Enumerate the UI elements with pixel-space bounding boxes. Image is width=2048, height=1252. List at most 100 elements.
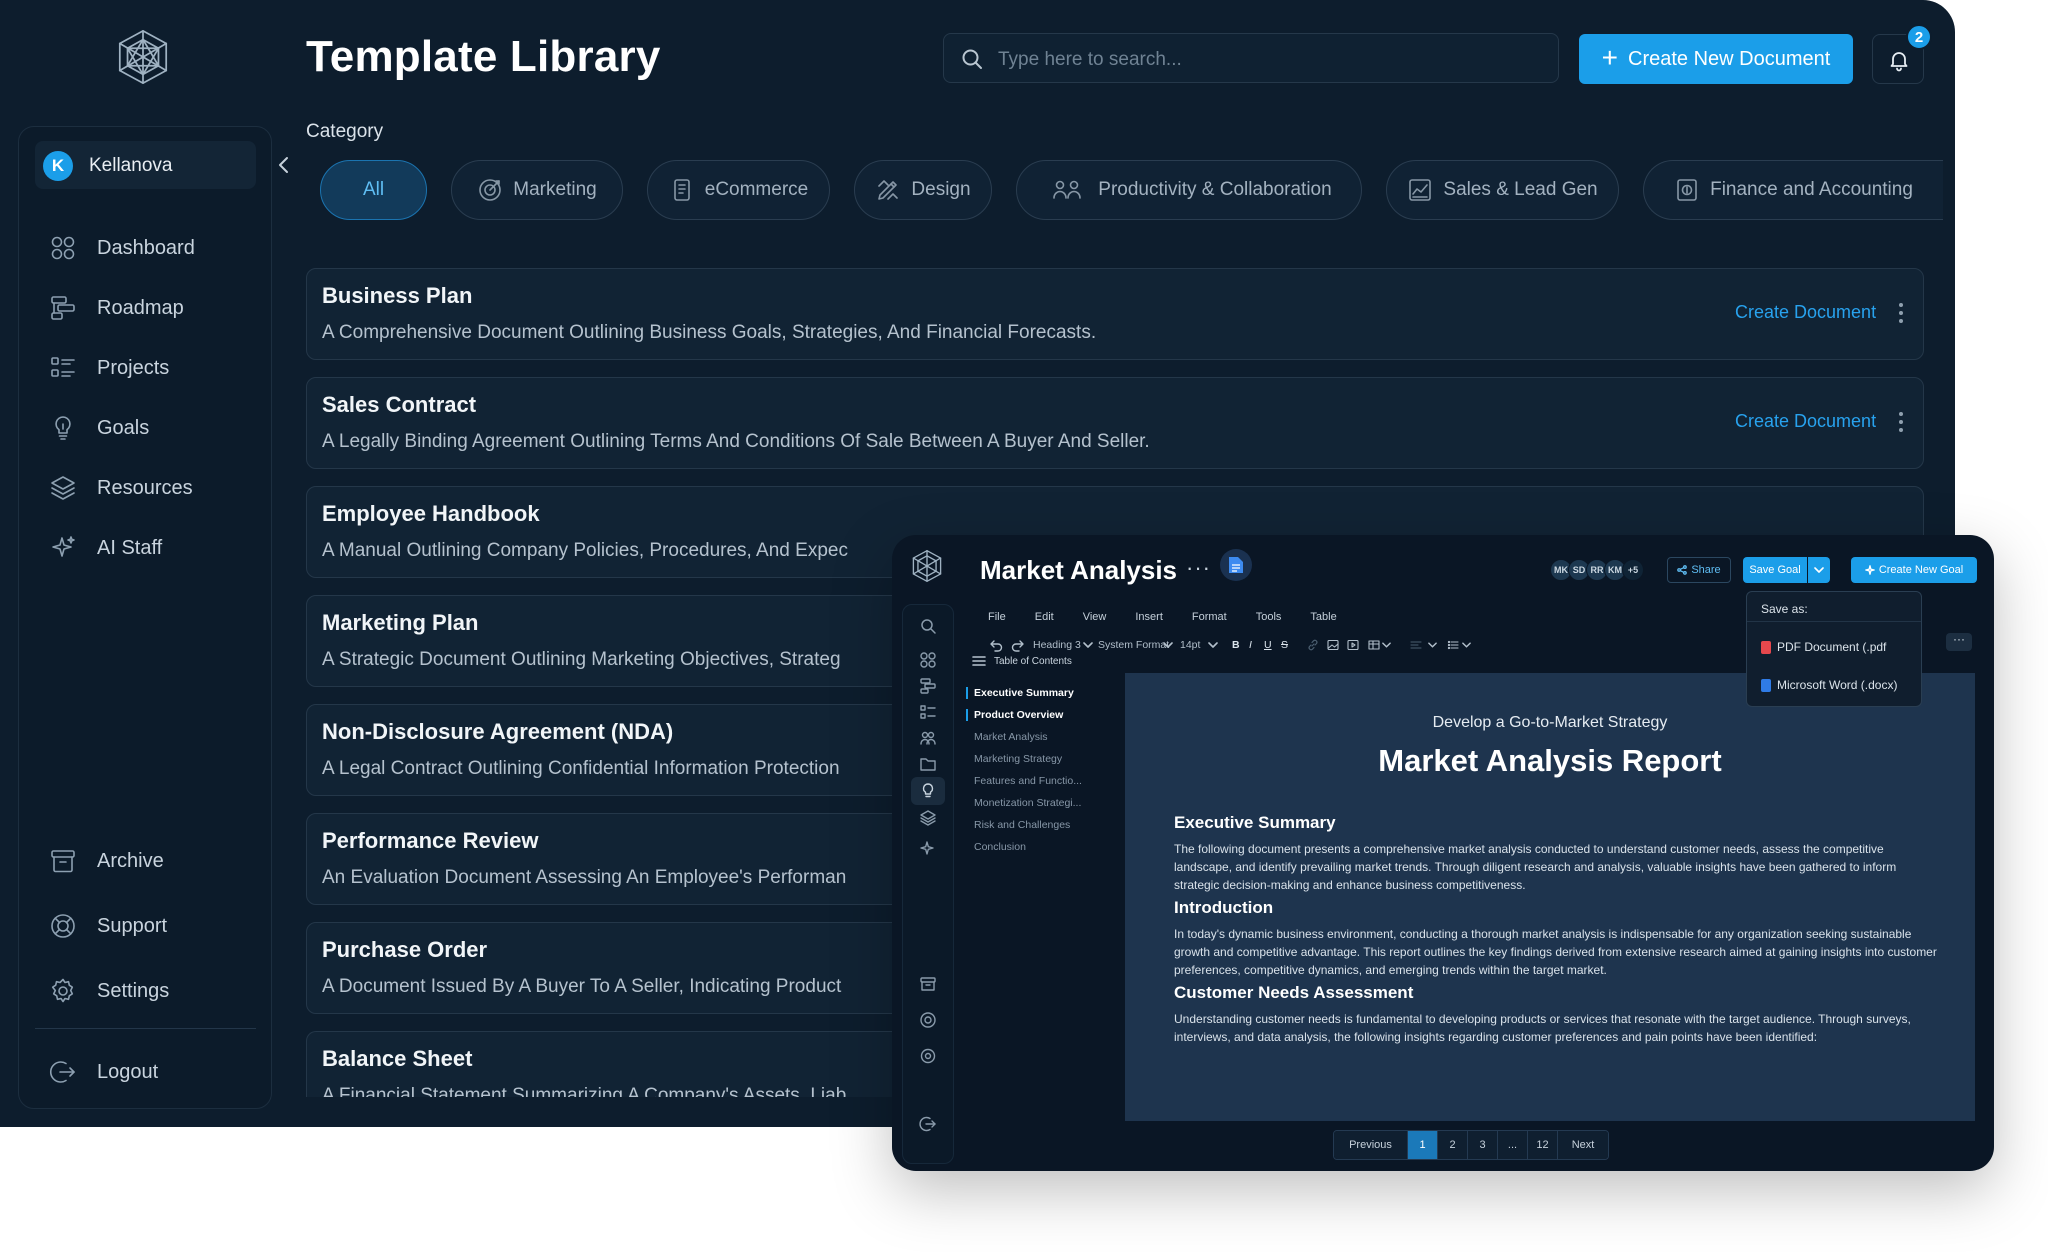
save-as-word-option[interactable]: Microsoft Word (.docx) (1761, 678, 1897, 692)
document-canvas[interactable]: Develop a Go-to-Market Strategy Market A… (1125, 673, 1975, 1121)
create-document-link[interactable]: Create Document (1735, 411, 1876, 432)
image-icon[interactable] (1327, 637, 1339, 653)
menu-view[interactable]: View (1083, 611, 1107, 623)
sidebar-item-settings[interactable]: Settings (49, 974, 169, 1008)
previous-page-button[interactable]: Previous (1334, 1131, 1408, 1159)
underline-icon[interactable]: U (1264, 637, 1272, 653)
archive-icon[interactable] (919, 975, 937, 993)
menu-icon (972, 656, 986, 666)
collapse-sidebar-chevron-icon[interactable] (272, 150, 296, 180)
toc-item[interactable]: Marketing Strategy (966, 753, 1062, 765)
search-input[interactable]: Type here to search... (943, 33, 1559, 83)
sidebar-item-ai-staff[interactable]: AI Staff (49, 531, 162, 565)
sidebar-item-goals[interactable]: Goals (49, 411, 149, 445)
toc-header[interactable]: Table of Contents (972, 655, 1072, 667)
menu-edit[interactable]: Edit (1035, 611, 1054, 623)
align-icon[interactable] (1410, 637, 1422, 653)
more-vertical-icon[interactable] (1898, 411, 1904, 433)
ecommerce-icon (673, 179, 690, 201)
page-button[interactable]: 3 (1468, 1131, 1498, 1159)
logout-button[interactable]: Logout (49, 1055, 158, 1089)
strikethrough-icon[interactable]: S (1281, 637, 1288, 653)
toc-item[interactable]: Executive Summary (966, 687, 1074, 699)
sidebar-item-dashboard[interactable]: Dashboard (49, 231, 195, 265)
font-size-select[interactable]: 14pt (1180, 637, 1200, 653)
italic-icon[interactable]: I (1249, 637, 1252, 653)
save-goal-button[interactable]: Save Goal (1743, 557, 1807, 583)
search-icon[interactable] (919, 617, 937, 635)
menu-insert[interactable]: Insert (1135, 611, 1163, 623)
logout-icon[interactable] (919, 1115, 937, 1133)
category-chip-design[interactable]: Design (854, 160, 992, 220)
sidebar-item-resources[interactable]: Resources (49, 471, 193, 505)
toc-item[interactable]: Risk and Challenges (966, 819, 1070, 831)
sidebar-item-support[interactable]: Support (49, 909, 167, 943)
share-button[interactable]: Share (1667, 557, 1731, 583)
category-label: Category (306, 121, 384, 142)
template-card-business-plan[interactable]: Business Plan A Comprehensive Document O… (306, 268, 1924, 360)
more-vertical-icon[interactable] (1898, 302, 1904, 324)
bold-icon[interactable]: B (1232, 637, 1240, 653)
toolbar-more-icon[interactable]: ··· (1946, 633, 1972, 651)
category-chip-ecommerce[interactable]: eCommerce (647, 160, 830, 220)
menu-tools[interactable]: Tools (1256, 611, 1282, 623)
page-button[interactable]: 1 (1408, 1131, 1438, 1159)
toc-item[interactable]: Product Overview (966, 709, 1063, 721)
menu-table[interactable]: Table (1310, 611, 1336, 623)
chevron-down-icon (1208, 642, 1218, 648)
search-icon (960, 47, 984, 71)
template-card-sales-contract[interactable]: Sales Contract A Legally Binding Agreeme… (306, 377, 1924, 469)
workspace-switcher[interactable]: K Kellanova (35, 141, 256, 189)
support-icon[interactable] (919, 1011, 937, 1029)
redo-icon[interactable] (1011, 637, 1025, 653)
app-logo-icon[interactable] (114, 28, 172, 86)
create-new-document-button[interactable]: + Create New Document (1579, 34, 1853, 84)
collaborator-avatars[interactable]: MK SD RR KM +5 (1550, 559, 1644, 581)
font-select[interactable]: System Format (1098, 637, 1169, 653)
category-chip-sales-lead-gen[interactable]: Sales & Lead Gen (1386, 160, 1619, 220)
toc-item[interactable]: Market Analysis (966, 731, 1048, 743)
category-chip-marketing[interactable]: Marketing (451, 160, 623, 220)
next-page-button[interactable]: Next (1558, 1131, 1608, 1159)
projects-icon[interactable] (919, 703, 937, 721)
roadmap-icon[interactable] (919, 677, 937, 695)
undo-icon[interactable] (989, 637, 1003, 653)
projects-icon (51, 357, 75, 377)
dashboard-icon[interactable] (919, 651, 937, 669)
sidebar-item-projects[interactable]: Projects (49, 351, 169, 385)
category-chip-finance[interactable]: Finance and Accounting (1643, 160, 1943, 220)
toc-item[interactable]: Conclusion (966, 841, 1026, 853)
link-icon[interactable] (1307, 637, 1319, 653)
toc-item[interactable]: Features and Functio... (966, 775, 1082, 787)
toc-item[interactable]: Monetization Strategi... (966, 797, 1081, 809)
heading-style-select[interactable]: Heading 3 (1033, 637, 1081, 653)
app-logo-icon[interactable] (910, 549, 944, 583)
document-more-icon[interactable]: ··· (1186, 555, 1211, 581)
category-chip-productivity[interactable]: Productivity & Collaboration (1016, 160, 1362, 220)
page-button[interactable]: 12 (1528, 1131, 1558, 1159)
workspace-avatar: K (43, 151, 73, 181)
sidebar-item-roadmap[interactable]: Roadmap (49, 291, 184, 325)
list-icon[interactable] (1447, 637, 1459, 653)
template-description: An Evaluation Document Assessing An Empl… (322, 867, 847, 888)
table-icon[interactable] (1368, 637, 1380, 653)
video-icon[interactable] (1347, 637, 1359, 653)
chip-label: Productivity & Collaboration (1098, 179, 1332, 200)
category-chip-all[interactable]: All (320, 160, 427, 220)
template-title: Non-Disclosure Agreement (NDA) (322, 719, 674, 744)
save-goal-dropdown-button[interactable] (1808, 557, 1830, 583)
create-document-link[interactable]: Create Document (1735, 302, 1876, 323)
save-as-pdf-option[interactable]: PDF Document (.pdf (1761, 640, 1886, 654)
page-button[interactable]: 2 (1438, 1131, 1468, 1159)
goals-icon-active[interactable] (911, 777, 945, 805)
page-title: Template Library (306, 32, 661, 81)
create-new-goal-button[interactable]: Create New Goal (1851, 557, 1977, 583)
menu-file[interactable]: File (988, 611, 1006, 623)
gear-icon[interactable] (919, 1047, 937, 1065)
resources-icon[interactable] (919, 809, 937, 827)
menu-format[interactable]: Format (1192, 611, 1227, 623)
folder-icon[interactable] (919, 755, 937, 773)
ai-sparkle-icon[interactable] (919, 839, 937, 857)
team-icon[interactable] (919, 729, 937, 747)
sidebar-item-archive[interactable]: Archive (49, 844, 164, 878)
